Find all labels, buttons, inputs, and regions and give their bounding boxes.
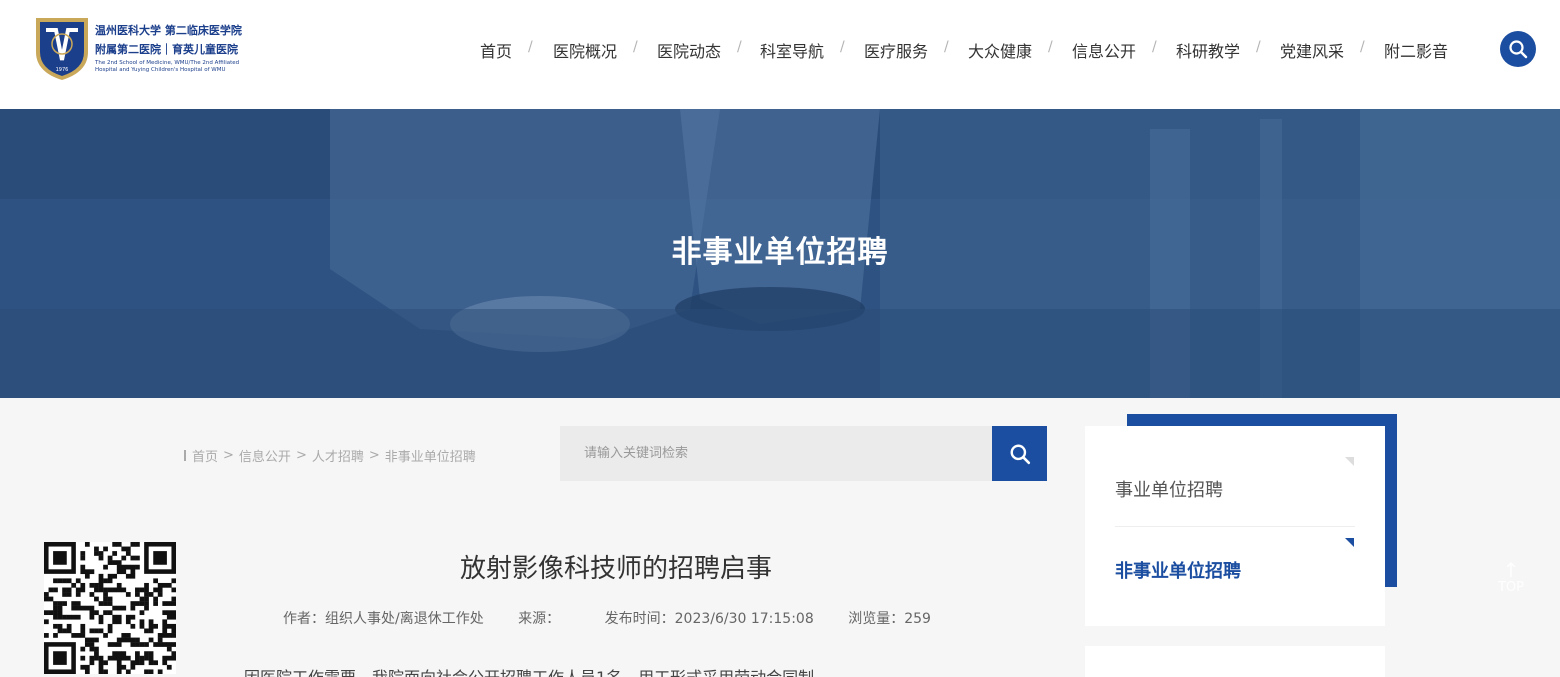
logo-hospital-cn: 附属第二医院｜育英儿童医院 — [95, 43, 238, 56]
nav-item-medical-services[interactable]: 医疗服务 — [864, 38, 928, 62]
sidebar-secondary-panel — [1085, 646, 1385, 677]
breadcrumb-info-disclosure[interactable]: 信息公开 — [239, 446, 291, 465]
keyword-search-button[interactable] — [992, 426, 1047, 481]
nav-separator: / — [737, 39, 742, 55]
breadcrumb-current[interactable]: 非事业单位招聘 — [385, 446, 476, 465]
article-body: 因医院工作需要，我院面向社会公开招聘工作人员1名，用工形式采用劳动合同制。 — [244, 664, 1024, 677]
nav-separator: / — [840, 39, 845, 55]
hospital-emblem-icon: 1976 — [36, 18, 88, 80]
nav-separator: / — [528, 39, 533, 55]
sidebar-item-non-public-institution-recruitment[interactable]: 非事业单位招聘 — [1115, 557, 1241, 583]
emblem-year: 1976 — [56, 67, 69, 73]
nav-item-news[interactable]: 医院动态 — [657, 38, 721, 62]
sidebar-divider — [1115, 526, 1355, 527]
hospital-logo[interactable]: 1976 温州医科大学 第二临床医学院 附属第二医院｜育英儿童医院 The 2n… — [32, 12, 262, 84]
nav-item-departments[interactable]: 科室导航 — [760, 38, 824, 62]
corner-marker-active-icon — [1345, 538, 1354, 547]
page-banner: 非事业单位招聘 — [0, 109, 1560, 398]
logo-name-en-line2: Hospital and Yuying Children's Hospital … — [95, 67, 226, 73]
qr-code-icon — [44, 542, 177, 675]
qr-code-image — [44, 542, 177, 675]
sidebar-item-public-institution-recruitment[interactable]: 事业单位招聘 — [1115, 476, 1223, 502]
article-published-time: 发布时间：2023/6/30 17:15:08 — [604, 611, 814, 627]
breadcrumb-recruitment[interactable]: 人才招聘 — [312, 446, 364, 465]
sidebar-menu: 事业单位招聘 非事业单位招聘 — [1085, 426, 1385, 626]
breadcrumb-separator: > — [223, 448, 234, 463]
nav-item-party-building[interactable]: 党建风采 — [1280, 38, 1344, 62]
breadcrumb-marker — [184, 450, 186, 461]
nav-separator: / — [1152, 39, 1157, 55]
article-meta: 作者：组织人事处/离退休工作处 来源： 发布时间：2023/6/30 17:15… — [283, 608, 961, 628]
breadcrumb: 首页 > 信息公开 > 人才招聘 > 非事业单位招聘 — [184, 446, 476, 465]
nav-item-home[interactable]: 首页 — [480, 38, 512, 62]
logo-name-cn: 温州医科大学 第二临床医学院 — [95, 24, 242, 37]
nav-item-overview[interactable]: 医院概况 — [553, 38, 617, 62]
nav-item-public-health[interactable]: 大众健康 — [968, 38, 1032, 62]
logo-name-en: The 2nd School of Medicine, WMU/The 2nd … — [95, 60, 242, 74]
breadcrumb-home[interactable]: 首页 — [192, 446, 218, 465]
back-to-top-button[interactable]: ↑ TOP — [1494, 560, 1528, 616]
site-header: 1976 温州医科大学 第二临床医学院 附属第二医院｜育英儿童医院 The 2n… — [0, 0, 1560, 109]
breadcrumb-separator: > — [368, 448, 380, 463]
nav-item-media[interactable]: 附二影音 — [1384, 38, 1448, 62]
search-icon — [1509, 40, 1528, 59]
article-source: 来源： — [518, 611, 561, 627]
nav-separator: / — [1360, 39, 1365, 55]
logo-name-en-line1: The 2nd School of Medicine, WMU/The 2nd … — [95, 60, 240, 66]
search-icon — [1010, 444, 1030, 464]
nav-separator: / — [1048, 39, 1053, 55]
nav-separator: / — [944, 39, 949, 55]
nav-separator: / — [633, 39, 638, 55]
nav-item-info-disclosure[interactable]: 信息公开 — [1072, 38, 1136, 62]
article-view-count: 浏览量：259 — [848, 611, 931, 627]
arrow-up-icon: ↑ — [1502, 558, 1520, 582]
article-title: 放射影像科技师的招聘启事 — [459, 554, 772, 584]
banner-title: 非事业单位招聘 — [671, 235, 889, 270]
breadcrumb-separator: > — [295, 448, 307, 463]
header-search-button[interactable] — [1500, 31, 1536, 67]
article-author: 作者：组织人事处/离退休工作处 — [283, 611, 484, 627]
nav-separator: / — [1256, 39, 1261, 55]
corner-marker-icon — [1345, 457, 1354, 466]
back-to-top-label: TOP — [1497, 580, 1524, 595]
keyword-search-input[interactable] — [560, 426, 992, 481]
nav-item-research-teaching[interactable]: 科研教学 — [1176, 38, 1240, 62]
keyword-search-box — [560, 426, 992, 481]
